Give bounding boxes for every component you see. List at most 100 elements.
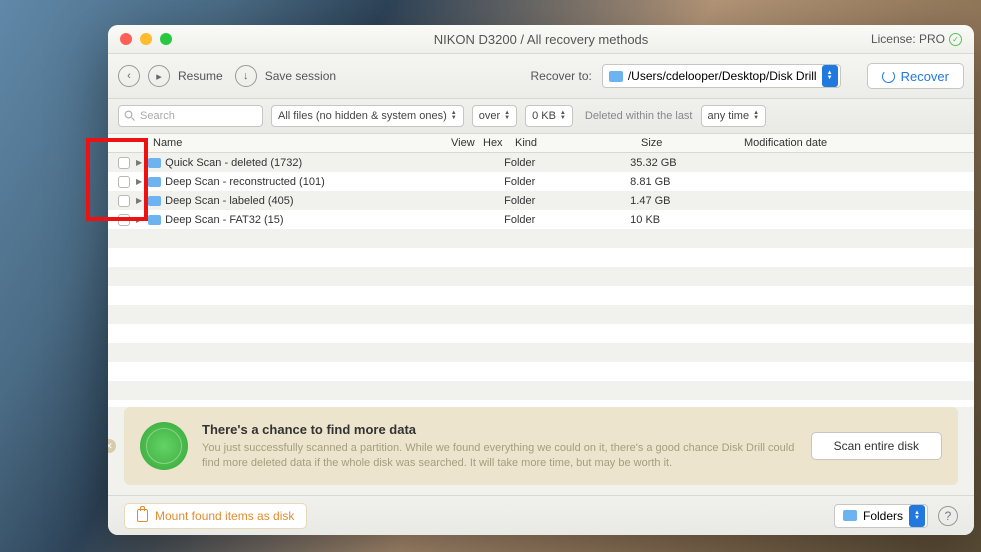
- row-name: Deep Scan - labeled (405): [165, 195, 440, 207]
- traffic-lights: [120, 33, 172, 45]
- over-selector[interactable]: over ▲▼: [472, 105, 517, 127]
- table-row: [108, 286, 974, 305]
- row-name: Deep Scan - reconstructed (101): [165, 176, 440, 188]
- table-row[interactable]: ▶ Deep Scan - labeled (405) Folder 1.47 …: [108, 191, 974, 210]
- search-placeholder: Search: [140, 110, 175, 122]
- table-row: [108, 381, 974, 400]
- view-mode-label: Folders: [863, 509, 903, 523]
- recover-icon: [882, 70, 895, 83]
- table-row: [108, 229, 974, 248]
- chevron-updown-icon: ▲▼: [451, 111, 457, 121]
- table-row: [108, 267, 974, 286]
- save-session-label: Save session: [265, 69, 336, 83]
- table-row[interactable]: ▶ Deep Scan - reconstructed (101) Folder…: [108, 172, 974, 191]
- table-row: [108, 400, 974, 407]
- results-table: ▶ Quick Scan - deleted (1732) Folder 35.…: [108, 153, 974, 407]
- folder-icon: [148, 215, 161, 225]
- scan-entire-disk-button[interactable]: Scan entire disk: [811, 432, 942, 460]
- row-kind: Folder: [504, 176, 630, 188]
- view-mode-selector[interactable]: Folders ▲▼: [834, 504, 928, 528]
- titlebar: NIKON D3200 / All recovery methods Licen…: [108, 25, 974, 54]
- minimize-button[interactable]: [140, 33, 152, 45]
- radar-icon: [140, 422, 188, 470]
- row-checkbox[interactable]: [118, 195, 130, 207]
- window-title: NIKON D3200 / All recovery methods: [434, 32, 649, 47]
- mount-button[interactable]: Mount found items as disk: [124, 503, 307, 529]
- recover-button[interactable]: Recover: [867, 63, 964, 89]
- help-button[interactable]: ?: [938, 506, 958, 526]
- table-row: [108, 362, 974, 381]
- folder-icon: [609, 71, 623, 82]
- footer: Mount found items as disk Folders ▲▼ ?: [108, 495, 974, 535]
- mount-icon: [137, 509, 148, 522]
- folder-icon: [148, 196, 161, 206]
- deleted-within-label: Deleted within the last: [585, 110, 693, 122]
- time-label: any time: [708, 110, 750, 122]
- close-banner-button[interactable]: ✕: [108, 439, 116, 453]
- disclosure-triangle-icon[interactable]: ▶: [136, 177, 142, 186]
- folder-icon: [148, 177, 161, 187]
- stepper-arrows-icon: ▲▼: [822, 65, 838, 87]
- header-hex[interactable]: Hex: [483, 137, 515, 149]
- row-size: 10 KB: [630, 214, 733, 226]
- row-kind: Folder: [504, 195, 630, 207]
- file-filter-selector[interactable]: All files (no hidden & system ones) ▲▼: [271, 105, 464, 127]
- disclosure-triangle-icon[interactable]: ▶: [136, 158, 142, 167]
- table-row: [108, 305, 974, 324]
- row-size: 8.81 GB: [630, 176, 733, 188]
- resume-label: Resume: [178, 69, 223, 83]
- chevron-updown-icon: ▲▼: [753, 111, 759, 121]
- table-row: [108, 324, 974, 343]
- header-view[interactable]: View: [451, 137, 483, 149]
- toolbar: ‹ ▸ Resume ↓ Save session Recover to: /U…: [108, 54, 974, 99]
- search-icon: [124, 110, 136, 122]
- disclosure-triangle-icon[interactable]: ▶: [136, 215, 142, 224]
- license-text: License: PRO: [871, 32, 945, 46]
- stepper-arrows-icon: ▲▼: [909, 505, 925, 527]
- row-checkbox[interactable]: [118, 176, 130, 188]
- info-banner: ✕ There's a chance to find more data You…: [124, 407, 958, 485]
- recover-path: /Users/cdelooper/Desktop/Disk Drill: [628, 69, 817, 83]
- disclosure-triangle-icon[interactable]: ▶: [136, 196, 142, 205]
- file-filter-label: All files (no hidden & system ones): [278, 110, 447, 122]
- resume-button[interactable]: ▸: [148, 65, 170, 87]
- folder-icon: [148, 158, 161, 168]
- table-row: [108, 248, 974, 267]
- mount-label: Mount found items as disk: [155, 509, 294, 523]
- banner-title: There's a chance to find more data: [202, 421, 797, 439]
- header-date[interactable]: Modification date: [744, 137, 974, 149]
- table-row: [108, 343, 974, 362]
- banner-text: There's a chance to find more data You j…: [202, 421, 797, 470]
- header-kind[interactable]: Kind: [515, 137, 641, 149]
- header-size[interactable]: Size: [641, 137, 744, 149]
- header-name[interactable]: Name: [153, 137, 451, 149]
- table-header: Name View Hex Kind Size Modification dat…: [108, 134, 974, 153]
- over-label: over: [479, 110, 500, 122]
- banner-body: You just successfully scanned a partitio…: [202, 442, 794, 469]
- folder-icon: [843, 510, 857, 521]
- row-checkbox[interactable]: [118, 157, 130, 169]
- recover-to-wrap: Recover to: /Users/cdelooper/Desktop/Dis…: [530, 63, 964, 89]
- row-checkbox[interactable]: [118, 214, 130, 226]
- row-kind: Folder: [504, 157, 630, 169]
- recover-path-selector[interactable]: /Users/cdelooper/Desktop/Disk Drill ▲▼: [602, 64, 841, 88]
- row-kind: Folder: [504, 214, 630, 226]
- row-name: Deep Scan - FAT32 (15): [165, 214, 440, 226]
- search-input[interactable]: Search: [118, 105, 263, 127]
- recover-button-label: Recover: [901, 69, 949, 84]
- recover-to-label: Recover to:: [530, 69, 591, 83]
- size-label: 0 KB: [532, 110, 556, 122]
- row-name: Quick Scan - deleted (1732): [165, 157, 440, 169]
- chevron-updown-icon: ▲▼: [560, 111, 566, 121]
- filter-bar: Search All files (no hidden & system one…: [108, 99, 974, 134]
- table-row[interactable]: ▶ Quick Scan - deleted (1732) Folder 35.…: [108, 153, 974, 172]
- save-session-button[interactable]: ↓: [235, 65, 257, 87]
- back-button[interactable]: ‹: [118, 65, 140, 87]
- close-button[interactable]: [120, 33, 132, 45]
- license-badge: License: PRO ✓: [871, 32, 962, 46]
- maximize-button[interactable]: [160, 33, 172, 45]
- chevron-updown-icon: ▲▼: [504, 111, 510, 121]
- table-row[interactable]: ▶ Deep Scan - FAT32 (15) Folder 10 KB: [108, 210, 974, 229]
- size-selector[interactable]: 0 KB ▲▼: [525, 105, 573, 127]
- time-selector[interactable]: any time ▲▼: [701, 105, 767, 127]
